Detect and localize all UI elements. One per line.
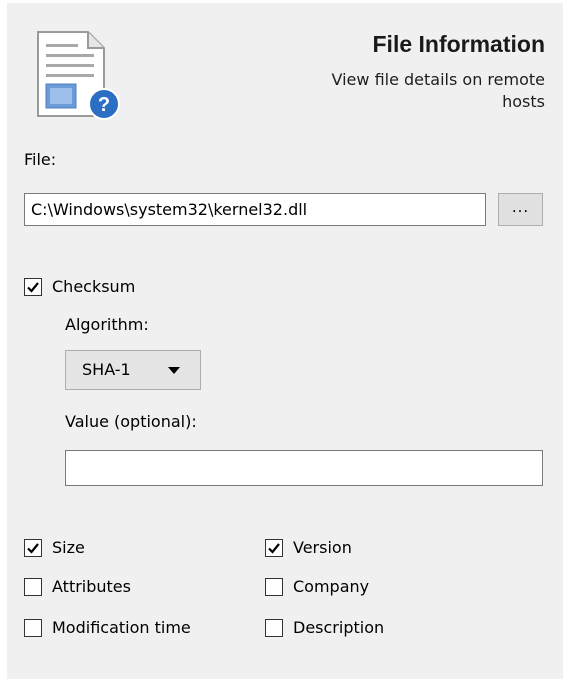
description-label: Description xyxy=(293,618,385,637)
checkmark-icon xyxy=(27,542,39,554)
svg-text:?: ? xyxy=(98,94,110,116)
file-info-icon: ? xyxy=(34,30,122,122)
description-checkbox[interactable] xyxy=(265,618,283,637)
version-label: Version xyxy=(293,538,352,557)
checksum-value-input[interactable] xyxy=(65,450,543,486)
company-checkbox-row[interactable]: Company xyxy=(265,577,369,596)
page-title: File Information xyxy=(372,31,546,57)
company-checkbox[interactable] xyxy=(265,577,283,596)
attributes-checkbox[interactable] xyxy=(24,577,42,596)
algorithm-select[interactable]: SHA-1 xyxy=(65,350,201,390)
file-path-input[interactable]: C:\Windows\system32\kernel32.dll xyxy=(24,193,486,226)
checksum-label: Checksum xyxy=(52,277,136,296)
company-label: Company xyxy=(293,577,370,596)
version-checkbox[interactable] xyxy=(265,538,283,557)
algorithm-selected-value: SHA-1 xyxy=(82,360,131,379)
modification-time-checkbox[interactable] xyxy=(24,618,42,637)
size-checkbox-row[interactable]: Size xyxy=(24,538,85,557)
size-label: Size xyxy=(52,538,85,557)
chevron-down-icon xyxy=(168,367,180,374)
browse-button[interactable]: ... xyxy=(498,193,543,226)
checkmark-icon xyxy=(27,281,39,293)
file-label: File: xyxy=(24,150,57,169)
size-checkbox[interactable] xyxy=(24,538,42,557)
page-subtitle: View file details on remote hosts xyxy=(331,70,545,111)
checksum-checkbox-row[interactable]: Checksum xyxy=(24,277,135,296)
modification-time-checkbox-row[interactable]: Modification time xyxy=(24,618,191,637)
checkmark-icon xyxy=(268,542,280,554)
attributes-checkbox-row[interactable]: Attributes xyxy=(24,577,131,596)
checksum-checkbox[interactable] xyxy=(24,277,42,296)
version-checkbox-row[interactable]: Version xyxy=(265,538,352,557)
modification-time-label: Modification time xyxy=(52,618,191,637)
attributes-label: Attributes xyxy=(52,577,131,596)
checksum-value-label: Value (optional): xyxy=(65,412,197,431)
algorithm-label: Algorithm: xyxy=(65,315,149,334)
description-checkbox-row[interactable]: Description xyxy=(265,618,384,637)
